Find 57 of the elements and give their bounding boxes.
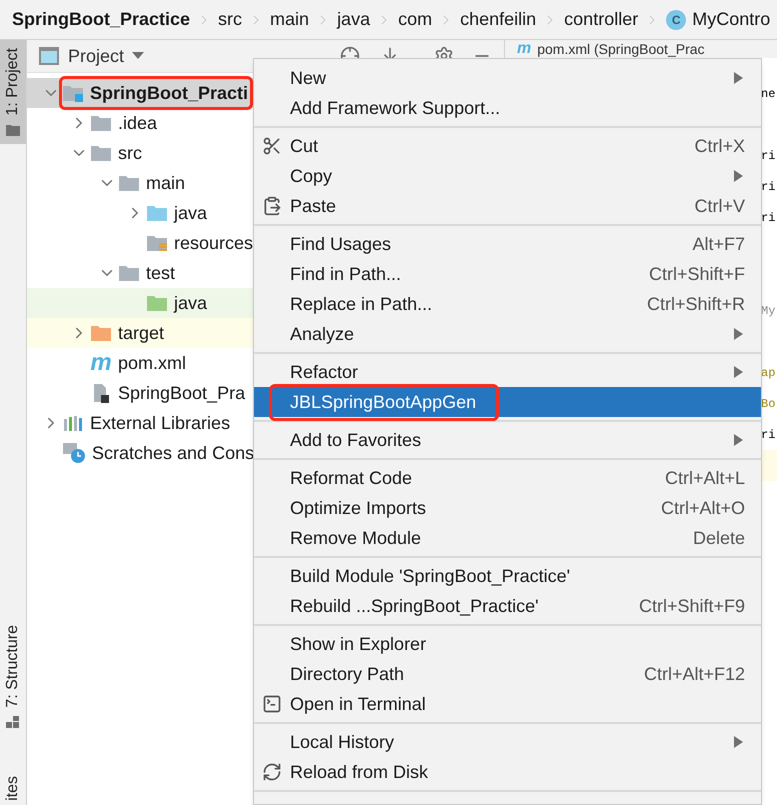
menu-label: Directory Path bbox=[290, 662, 404, 686]
class-icon: C bbox=[666, 10, 686, 30]
code-text: ap bbox=[761, 364, 776, 382]
tab-label: pom.xml (SpringBoot_Prac bbox=[537, 42, 705, 56]
code-text: ri bbox=[761, 178, 776, 196]
shortcut-text: Ctrl+V bbox=[694, 194, 745, 218]
menu-label: Find in Path... bbox=[290, 262, 402, 286]
code-text: My bbox=[761, 302, 776, 320]
menu-label: Remove Module bbox=[290, 526, 422, 550]
shortcut-text: Ctrl+Alt+O bbox=[660, 496, 745, 520]
tree-label: SpringBoot_Pra bbox=[118, 382, 246, 405]
menu-label: Add Framework Support... bbox=[290, 96, 500, 120]
tree-label: main bbox=[146, 172, 186, 194]
menu-label: Paste bbox=[290, 194, 336, 218]
shortcut-text: Ctrl+Shift+F9 bbox=[638, 594, 745, 618]
shortcut-text: Ctrl+X bbox=[694, 134, 745, 158]
menu-label: Cut bbox=[290, 134, 318, 158]
menu-label: Add to Favorites bbox=[290, 428, 422, 452]
menu-label: Show in Explorer bbox=[290, 632, 426, 656]
menu-label: Reload from Disk bbox=[290, 760, 428, 784]
menu-label: Rebuild ...SpringBoot_Practice' bbox=[290, 594, 539, 618]
tree-label: resources bbox=[174, 232, 254, 254]
maven-icon: m bbox=[90, 351, 112, 375]
shortcut-text: Ctrl+Alt+L bbox=[664, 466, 745, 490]
tree-label: Scratches and Cons bbox=[92, 442, 254, 464]
tree-label: SpringBoot_Practi bbox=[90, 82, 248, 105]
shortcut-text: Ctrl+Shift+F bbox=[648, 262, 745, 286]
menu-label: Find Usages bbox=[290, 232, 392, 256]
menu-label: New bbox=[290, 66, 326, 90]
menu-label: Local History bbox=[290, 730, 394, 754]
shortcut-text: Ctrl+Shift+R bbox=[646, 292, 745, 316]
code-text: ri bbox=[761, 426, 776, 444]
shortcut-text: Ctrl+Alt+F12 bbox=[644, 662, 745, 686]
tree-label: test bbox=[146, 262, 176, 284]
code-text: ri bbox=[761, 210, 776, 226]
tree-label: External Libraries bbox=[90, 412, 230, 434]
menu-label: Build Module 'SpringBoot_Practice' bbox=[290, 564, 570, 588]
menu-label: JBLSpringBootAppGen bbox=[272, 386, 496, 418]
tree-label: target bbox=[118, 322, 164, 345]
code-text: Bo bbox=[761, 396, 776, 412]
tree-label: java bbox=[174, 202, 208, 225]
tree-label: java bbox=[174, 292, 208, 315]
shortcut-text: Alt+F7 bbox=[692, 232, 745, 256]
menu-label: Replace in Path... bbox=[290, 292, 432, 316]
code-text: ne bbox=[761, 86, 776, 102]
tree-label: src bbox=[118, 142, 142, 164]
maven-icon: m bbox=[517, 41, 532, 57]
code-text: ri bbox=[761, 148, 776, 164]
tree-label: pom.xml bbox=[118, 352, 186, 375]
menu-label: Analyze bbox=[290, 322, 354, 346]
menu-label: Optimize Imports bbox=[290, 496, 426, 520]
menu-label: Reformat Code bbox=[290, 466, 412, 490]
menu-label: Refactor bbox=[290, 360, 358, 384]
menu-label: Copy bbox=[290, 164, 332, 188]
tree-label: .idea bbox=[118, 112, 158, 134]
menu-label: Open in Terminal bbox=[290, 692, 426, 716]
shortcut-text: Delete bbox=[692, 526, 745, 550]
